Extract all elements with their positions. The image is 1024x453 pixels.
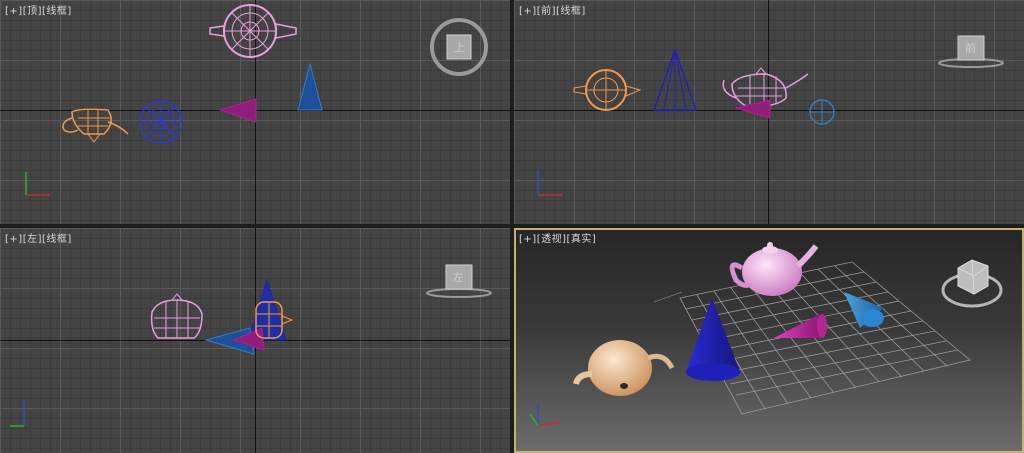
viewport-front-view-menu[interactable]: [前] <box>537 6 556 17</box>
teapot-orange[interactable] <box>573 340 675 396</box>
viewport-perspective-shading-menu[interactable]: [真实] <box>567 234 597 245</box>
sphere-blue-wire[interactable] <box>809 99 835 125</box>
front-scene: 前 <box>537 35 1004 196</box>
viewport-left-shading-menu[interactable]: [线框] <box>42 234 72 245</box>
viewcube-left[interactable]: 左 <box>426 264 492 298</box>
teapot-orange-wire[interactable] <box>62 108 129 143</box>
viewport-left-plus-menu[interactable]: [+] <box>5 234 23 245</box>
teapot-pink-wire[interactable] <box>150 293 203 339</box>
cone-blue-wire[interactable] <box>652 47 698 111</box>
viewport-front-shading-menu[interactable]: [线框] <box>556 6 586 17</box>
left-scene: 左 <box>10 264 492 427</box>
viewport-top[interactable]: 上 [+][顶][线框] <box>0 0 510 224</box>
axis-tripod-top <box>25 172 50 196</box>
viewport-left[interactable]: 左 [+][左][线框] <box>0 228 510 453</box>
viewcube-left-label: 左 <box>453 271 464 284</box>
perspective-scene <box>529 242 1003 427</box>
teapot-pink-wire[interactable] <box>209 4 297 58</box>
viewport-left-label[interactable]: [+][左][线框] <box>5 230 72 245</box>
viewcube-perspective[interactable] <box>941 259 1003 308</box>
cone-blue-wire[interactable] <box>297 62 323 111</box>
cone-cyan[interactable] <box>844 292 884 328</box>
cone-blue-wire[interactable] <box>247 278 287 341</box>
viewport-perspective-view-menu[interactable]: [透视] <box>537 234 567 245</box>
viewport-perspective-label[interactable]: [+][透视][真实] <box>519 230 596 245</box>
viewport-top-view-menu[interactable]: [顶] <box>23 6 42 17</box>
viewcube-front-label: 前 <box>965 41 976 55</box>
viewport-front-plus-menu[interactable]: [+] <box>519 6 537 17</box>
teapot-orange-wire[interactable] <box>573 69 642 111</box>
top-scene: 上 <box>25 4 488 196</box>
axis-tripod-left <box>10 400 25 427</box>
cone-magenta-wire[interactable] <box>218 98 257 123</box>
viewport-front-label[interactable]: [+][前][线框] <box>519 2 586 17</box>
viewport-top-shading-menu[interactable]: [线框] <box>42 6 72 17</box>
cone-blue[interactable] <box>686 298 740 381</box>
axis-tripod-perspective <box>529 403 561 427</box>
viewport-top-plus-menu[interactable]: [+] <box>5 6 23 17</box>
viewcube-top[interactable]: 上 <box>430 18 488 76</box>
viewport-front[interactable]: 前 [+][前][线框] <box>514 0 1024 224</box>
viewport-top-label[interactable]: [+][顶][线框] <box>5 2 72 17</box>
viewcube-front[interactable]: 前 <box>938 35 1004 68</box>
axis-tripod-front <box>537 170 562 196</box>
viewport-perspective[interactable]: [+][透视][真实] <box>514 228 1024 453</box>
viewport-perspective-plus-menu[interactable]: [+] <box>519 234 537 245</box>
viewport-left-view-menu[interactable]: [左] <box>23 234 42 245</box>
viewcube-top-label: 上 <box>454 41 465 54</box>
sphere-blue-wire[interactable] <box>139 100 183 144</box>
teapot-pink[interactable] <box>729 242 819 296</box>
